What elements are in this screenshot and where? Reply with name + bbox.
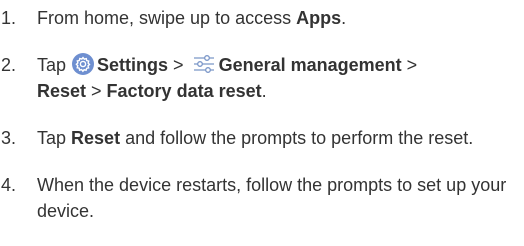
step-4: 4. When the device restarts, follow the … [0,172,524,224]
step-text-segment: Tap [37,128,72,148]
step-text: When the device restarts, follow the pro… [37,175,507,221]
step-text-segment: and follow the prompts to perform the re… [120,128,474,148]
step-text: Tap Reset and follow the prompts to perf… [37,128,473,148]
reset-label: Reset [71,128,121,148]
step-text-segment: > [86,81,107,101]
step-text-segment: > [168,55,189,75]
step-text-segment: From home, swipe up to access [37,8,297,28]
step-text-segment: > [401,55,418,75]
step-text: Tap Settings > General management > Rese… [37,53,418,101]
step-text-segment: Tap [37,55,72,75]
apps-label: Apps [296,8,342,28]
step-1: 1. From home, swipe up to access Apps. [0,0,524,31]
factory-data-reset-label: Factory data reset [106,81,262,101]
step-number: 3. [1,128,17,148]
step-text-segment: . [341,8,347,28]
step-2: 2. Tap Settings > General management > R… [0,52,524,104]
step-number: 2. [1,55,17,75]
reset-label: Reset [37,81,87,101]
step-text-segment: . [261,81,267,101]
step-text: From home, swipe up to access Apps. [37,8,346,28]
settings-label: Settings [97,55,169,75]
instruction-steps: 1. From home, swipe up to access Apps. 2… [0,0,524,224]
sliders-icon [193,54,215,74]
gear-icon [72,53,95,75]
step-3: 3. Tap Reset and follow the prompts to p… [0,125,524,151]
general-management-label: General management [218,55,402,75]
step-number: 4. [1,175,17,195]
step-number: 1. [1,8,17,28]
